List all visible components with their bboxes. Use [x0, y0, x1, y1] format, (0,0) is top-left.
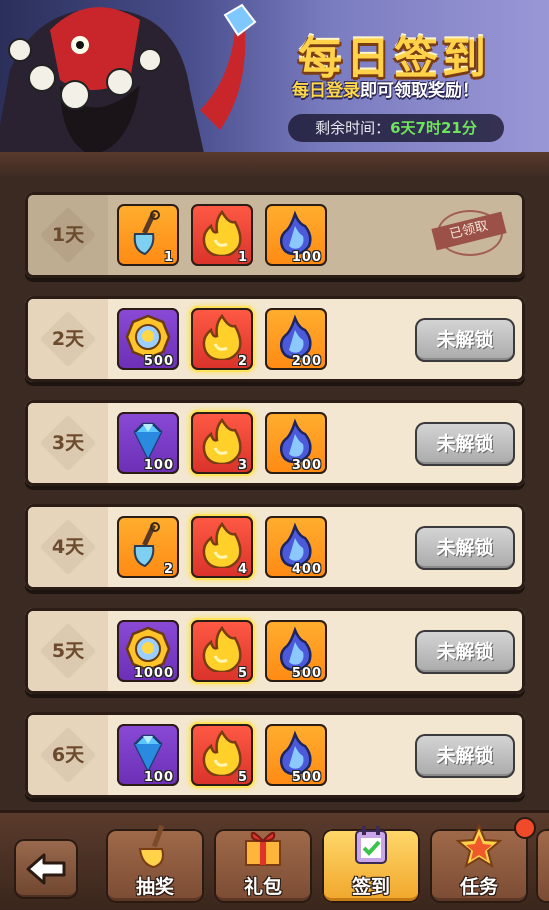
reward-quantity: 300: [291, 458, 322, 473]
reward-item[interactable]: 2: [117, 516, 179, 578]
back-arrow-icon: [26, 853, 66, 885]
gift-box-icon: [245, 831, 281, 866]
reward-item[interactable]: 1: [117, 204, 179, 266]
reward-row: 5天 1000 5 500 未解锁: [25, 608, 525, 694]
reward-quantity: 1: [237, 250, 248, 265]
reward-quantity: 2: [163, 562, 174, 577]
checkin-reward-list[interactable]: 1天 1 1 100 已领取 2天 500 2 200 未解锁 3天 100 3 300 未解锁 4天 2 4 40…: [0, 178, 549, 810]
reward-item[interactable]: 1000: [117, 620, 179, 682]
task-star-icon: [456, 823, 502, 869]
claimed-stamp: 已领取: [431, 210, 507, 256]
locked-button[interactable]: 未解锁: [415, 630, 515, 674]
notification-dot: [516, 819, 534, 837]
reward-quantity: 5: [237, 770, 248, 785]
subtitle-rest: 即可领取奖励！: [360, 81, 479, 101]
reward-row: 1天 1 1 100 已领取: [25, 192, 525, 278]
nav-more-button[interactable]: [536, 829, 549, 903]
day-cell: 6天: [28, 715, 108, 795]
bottom-nav: 抽奖 礼包 签到 任务: [0, 810, 549, 910]
day-label: 6天: [51, 744, 85, 766]
reward-item[interactable]: 300: [265, 412, 327, 474]
nav-lottery-button[interactable]: 抽奖: [106, 824, 204, 903]
lottery-shovel-icon: [138, 824, 165, 869]
reward-quantity: 1000: [133, 666, 174, 681]
timer-value: 6天7时21分: [390, 119, 477, 137]
checkin-calendar-icon: [355, 826, 387, 864]
header-banner: 每日签到 每日登录即可领取奖励！ 剩余时间：6天7时21分: [0, 0, 549, 178]
nav-checkin-label: 签到: [351, 876, 390, 898]
reward-row: 6天 100 5 500 未解锁: [25, 712, 525, 798]
timer-label: 剩余时间：: [315, 119, 391, 137]
day-cell: 3天: [28, 403, 108, 483]
day-cell: 5天: [28, 611, 108, 691]
nav-task-button[interactable]: 任务: [430, 819, 534, 903]
reward-item[interactable]: 5: [191, 724, 253, 786]
reward-quantity: 3: [237, 458, 248, 473]
reward-row: 3天 100 3 300 未解锁: [25, 400, 525, 486]
reward-quantity: 2: [237, 354, 248, 369]
day-label: 1天: [51, 224, 85, 246]
reward-quantity: 100: [143, 770, 174, 785]
day-cell: 2天: [28, 299, 108, 379]
reward-item[interactable]: 2: [191, 308, 253, 370]
reward-item[interactable]: 5: [191, 620, 253, 682]
locked-button[interactable]: 未解锁: [415, 318, 515, 362]
nav-gift-button[interactable]: 礼包: [214, 829, 312, 903]
nav-task-label: 任务: [459, 876, 498, 898]
reward-item[interactable]: 500: [265, 620, 327, 682]
banner-divider: [0, 152, 549, 178]
day-label: 4天: [51, 536, 85, 558]
banner-subtitle: 每日登录即可领取奖励！: [292, 76, 479, 101]
reward-quantity: 5: [237, 666, 248, 681]
reward-row: 2天 500 2 200 未解锁: [25, 296, 525, 382]
back-button[interactable]: [14, 839, 78, 899]
remaining-time-pill: 剩余时间：6天7时21分: [288, 114, 504, 142]
reward-quantity: 500: [291, 666, 322, 681]
reward-item[interactable]: 1: [191, 204, 253, 266]
day-cell: 4天: [28, 507, 108, 587]
reward-quantity: 400: [291, 562, 322, 577]
reward-item[interactable]: 400: [265, 516, 327, 578]
reward-item[interactable]: 500: [265, 724, 327, 786]
locked-button[interactable]: 未解锁: [415, 526, 515, 570]
reward-quantity: 100: [291, 250, 322, 265]
locked-button[interactable]: 未解锁: [415, 422, 515, 466]
reward-item[interactable]: 100: [265, 204, 327, 266]
reward-item[interactable]: 100: [117, 412, 179, 474]
reward-quantity: 4: [237, 562, 248, 577]
subtitle-highlight: 每日登录: [292, 81, 360, 101]
reward-quantity: 500: [291, 770, 322, 785]
nav-checkin-button[interactable]: 签到: [322, 826, 420, 903]
day-cell: 1天: [28, 195, 108, 275]
day-label: 2天: [51, 328, 85, 350]
reward-quantity: 1: [163, 250, 174, 265]
reward-quantity: 500: [143, 354, 174, 369]
reward-item[interactable]: 100: [117, 724, 179, 786]
day-label: 5天: [51, 640, 85, 662]
reward-item[interactable]: 3: [191, 412, 253, 474]
reward-item[interactable]: 4: [191, 516, 253, 578]
reward-item[interactable]: 500: [117, 308, 179, 370]
day-label: 3天: [51, 432, 85, 454]
reward-item[interactable]: 200: [265, 308, 327, 370]
nav-lottery-label: 抽奖: [135, 876, 174, 898]
reward-row: 4天 2 4 400 未解锁: [25, 504, 525, 590]
reward-quantity: 100: [143, 458, 174, 473]
nav-gift-label: 礼包: [243, 876, 282, 898]
reward-quantity: 200: [291, 354, 322, 369]
locked-button[interactable]: 未解锁: [415, 734, 515, 778]
